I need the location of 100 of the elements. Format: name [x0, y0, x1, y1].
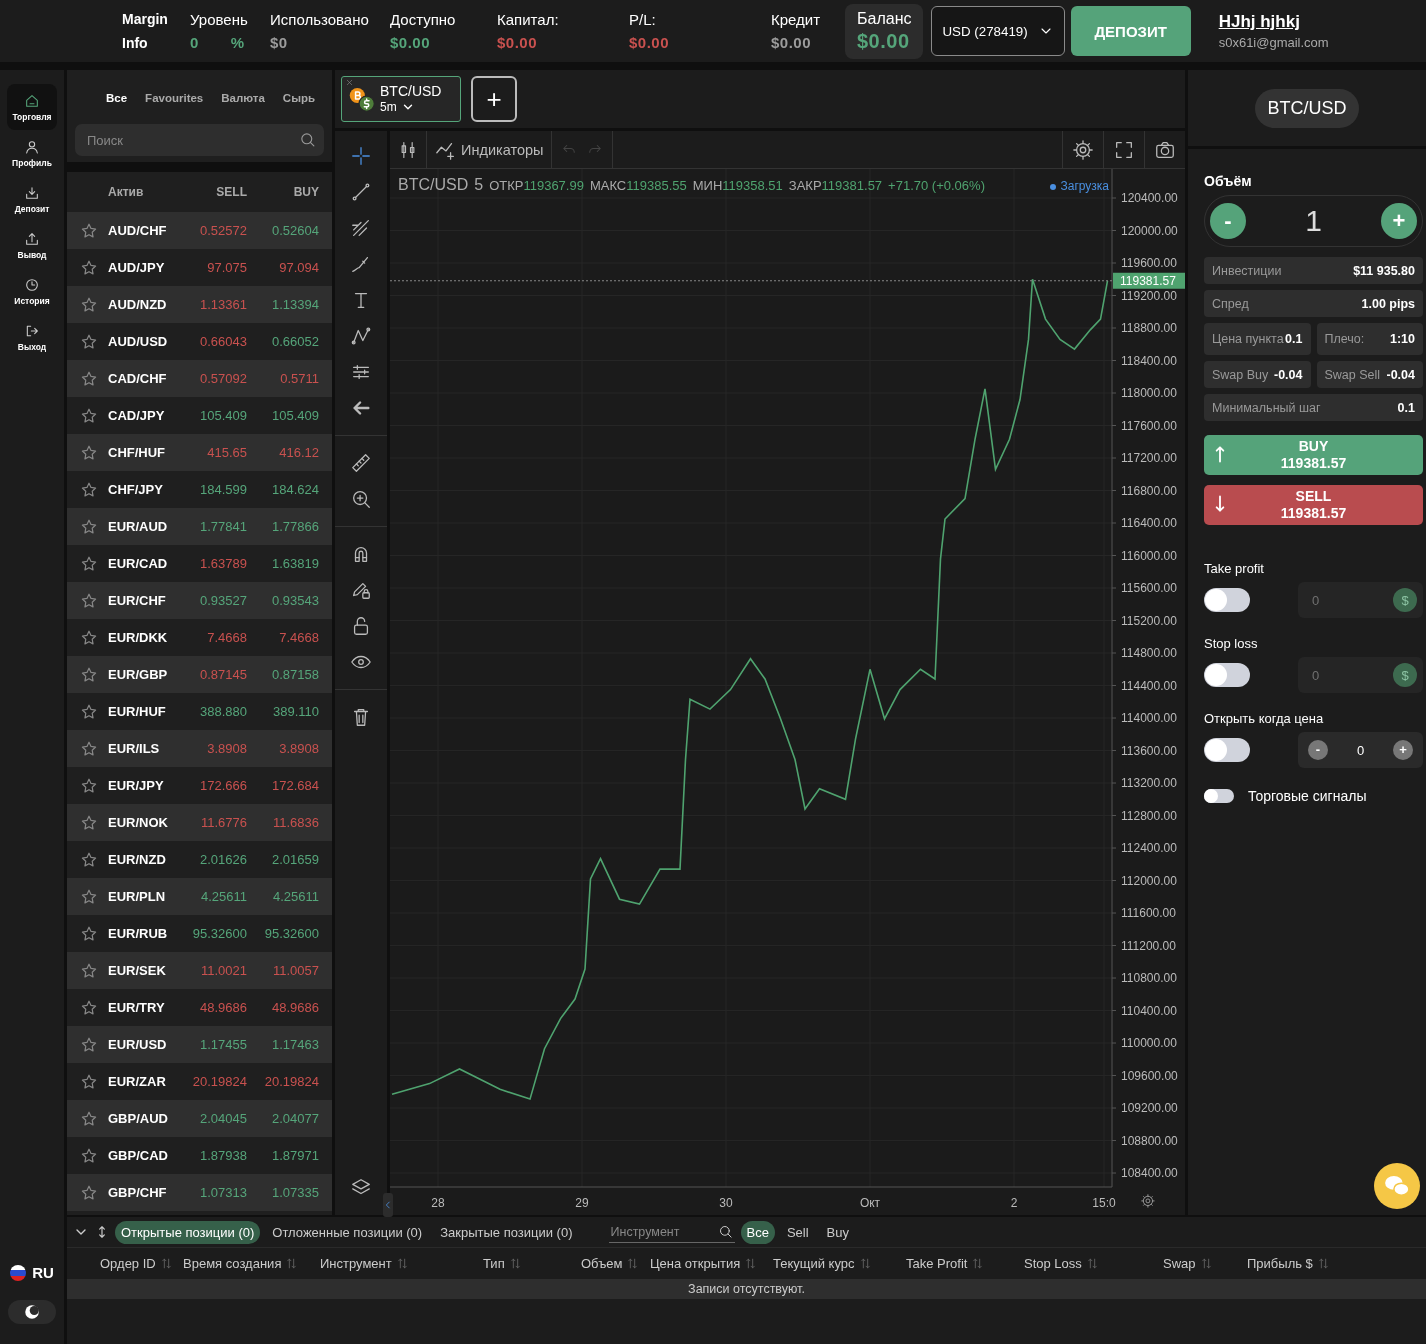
- star-icon[interactable]: [79, 628, 98, 647]
- star-icon[interactable]: [79, 258, 98, 277]
- instrument-row[interactable]: AUD/CHF 0.52572 0.52604: [67, 212, 332, 249]
- user-name-link[interactable]: HJhj hjhkj: [1218, 12, 1329, 32]
- instrument-row[interactable]: AUD/JPY 97.075 97.094: [67, 249, 332, 286]
- filter-tab[interactable]: Сырь: [273, 92, 325, 104]
- instrument-row[interactable]: EUR/SEK 11.0021 11.0057: [67, 952, 332, 989]
- instrument-row[interactable]: EUR/TRY 48.9686 48.9686: [67, 989, 332, 1026]
- toggle-switch[interactable]: [1204, 738, 1250, 762]
- collapse-handle[interactable]: [383, 1193, 393, 1217]
- theme-toggle[interactable]: [8, 1300, 56, 1324]
- star-icon[interactable]: [79, 517, 98, 536]
- instrument-row[interactable]: CHF/HUF 415.65 416.12: [67, 434, 332, 471]
- instrument-row[interactable]: EUR/GBP 0.87145 0.87158: [67, 656, 332, 693]
- zoom-in-icon[interactable]: [350, 488, 372, 510]
- instrument-row[interactable]: GBP/CHF 1.07313 1.07335: [67, 1174, 332, 1211]
- positions-tab[interactable]: Закрытые позиции (0): [434, 1220, 579, 1244]
- crosshair-icon[interactable]: [350, 145, 372, 167]
- instrument-row[interactable]: EUR/CHF 0.93527 0.93543: [67, 582, 332, 619]
- trend-line-icon[interactable]: [350, 181, 372, 203]
- increase-button[interactable]: +: [1393, 740, 1413, 760]
- star-icon[interactable]: [79, 813, 98, 832]
- add-tab-button[interactable]: +: [471, 76, 517, 122]
- account-select[interactable]: USD (278419): [931, 6, 1065, 56]
- column-header[interactable]: Объем: [581, 1256, 623, 1271]
- column-header[interactable]: Тип: [483, 1256, 505, 1271]
- filter-tab[interactable]: Валюта: [212, 92, 274, 104]
- instrument-row[interactable]: CAD/JPY 105.409 105.409: [67, 397, 332, 434]
- instrument-row[interactable]: EUR/ILS 3.8908 3.8908: [67, 730, 332, 767]
- star-icon[interactable]: [79, 591, 98, 610]
- star-icon[interactable]: [79, 850, 98, 869]
- positions-tab[interactable]: Отложенные позиции (0): [266, 1220, 429, 1244]
- settings-icon[interactable]: [1072, 138, 1094, 161]
- instrument-row[interactable]: EUR/DKK 7.4668 7.4668: [67, 619, 332, 656]
- star-icon[interactable]: [79, 665, 98, 684]
- star-icon[interactable]: [79, 702, 98, 721]
- instrument-row[interactable]: EUR/NOK 11.6776 11.6836: [67, 804, 332, 841]
- instrument-row[interactable]: EUR/USD 1.17455 1.17463: [67, 1026, 332, 1063]
- price-stepper[interactable]: - 0 +: [1298, 732, 1423, 768]
- instrument-row[interactable]: GBP/AUD 2.04045 2.04077: [67, 1100, 332, 1137]
- column-header[interactable]: Текущий курс: [773, 1256, 855, 1271]
- column-header[interactable]: Swap: [1163, 1256, 1196, 1271]
- nav-item[interactable]: Выход: [7, 314, 57, 360]
- nav-item[interactable]: Профиль: [7, 130, 57, 176]
- star-icon[interactable]: [79, 554, 98, 573]
- instrument-row[interactable]: EUR/ZAR 20.19824 20.19824: [67, 1063, 332, 1100]
- instrument-row[interactable]: EUR/JPY 172.666 172.684: [67, 767, 332, 804]
- star-icon[interactable]: [79, 924, 98, 943]
- side-filter[interactable]: Все: [740, 1220, 775, 1244]
- pattern-icon[interactable]: [350, 325, 372, 347]
- star-icon[interactable]: [79, 739, 98, 758]
- instrument-row[interactable]: GBP/CAD 1.87938 1.87971: [67, 1137, 332, 1174]
- nav-item[interactable]: Торговля: [7, 84, 57, 130]
- indicators-button[interactable]: Индикаторы: [427, 131, 553, 168]
- language-button[interactable]: RU: [4, 1263, 60, 1282]
- star-icon[interactable]: [79, 332, 98, 351]
- settings-icon[interactable]: [1140, 1193, 1155, 1208]
- star-icon[interactable]: [79, 480, 98, 499]
- column-header[interactable]: Ордер ID: [100, 1256, 156, 1271]
- instrument-row[interactable]: CAD/CHF 0.57092 0.5711: [67, 360, 332, 397]
- star-icon[interactable]: [79, 961, 98, 980]
- ruler-icon[interactable]: [350, 452, 372, 474]
- instrument-row[interactable]: EUR/NZD 2.01626 2.01659: [67, 841, 332, 878]
- star-icon[interactable]: [79, 776, 98, 795]
- column-header[interactable]: Инструмент: [320, 1256, 392, 1271]
- toggle-switch[interactable]: [1204, 663, 1250, 687]
- instrument-row[interactable]: EUR/AUD 1.77841 1.77866: [67, 508, 332, 545]
- side-filter[interactable]: Sell: [780, 1220, 815, 1244]
- star-icon[interactable]: [79, 443, 98, 462]
- star-icon[interactable]: [79, 406, 98, 425]
- decrease-button[interactable]: -: [1308, 740, 1328, 760]
- column-header[interactable]: Прибыль $: [1247, 1256, 1313, 1271]
- positions-tab[interactable]: Открытые позиции (0): [115, 1220, 261, 1244]
- nav-item[interactable]: Депозит: [7, 176, 57, 222]
- star-icon[interactable]: [79, 998, 98, 1017]
- nav-item[interactable]: История: [7, 268, 57, 314]
- side-filter[interactable]: Buy: [820, 1220, 855, 1244]
- filter-tab[interactable]: Все: [97, 92, 137, 104]
- instrument-row[interactable]: CHF/JPY 184.599 184.624: [67, 471, 332, 508]
- toggle-switch[interactable]: [1204, 789, 1234, 803]
- star-icon[interactable]: [79, 1183, 98, 1202]
- column-header[interactable]: Цена открытия: [650, 1256, 741, 1271]
- sell-button[interactable]: SELL 119381.57: [1204, 485, 1423, 525]
- toggle-switch[interactable]: [1204, 588, 1250, 612]
- star-icon[interactable]: [79, 1072, 98, 1091]
- instrument-row[interactable]: EUR/RUB 95.32600 95.32600: [67, 915, 332, 952]
- star-icon[interactable]: [79, 221, 98, 240]
- star-icon[interactable]: [79, 887, 98, 906]
- instrument-tab[interactable]: BTC/USD 5m: [341, 76, 461, 122]
- column-header[interactable]: Время создания: [183, 1256, 282, 1271]
- instrument-row[interactable]: EUR/HUF 388.880 389.110: [67, 693, 332, 730]
- instrument-row[interactable]: AUD/NZD 1.13361 1.13394: [67, 286, 332, 323]
- instrument-search-field[interactable]: Инструмент: [608, 1221, 735, 1243]
- star-icon[interactable]: [79, 1109, 98, 1128]
- search-field[interactable]: Поиск: [75, 124, 324, 156]
- star-icon[interactable]: [79, 1035, 98, 1054]
- instrument-row[interactable]: AUD/USD 0.66043 0.66052: [67, 323, 332, 360]
- star-icon[interactable]: [79, 1146, 98, 1165]
- filter-tab[interactable]: Favourites: [136, 92, 213, 104]
- nav-item[interactable]: Вывод: [7, 222, 57, 268]
